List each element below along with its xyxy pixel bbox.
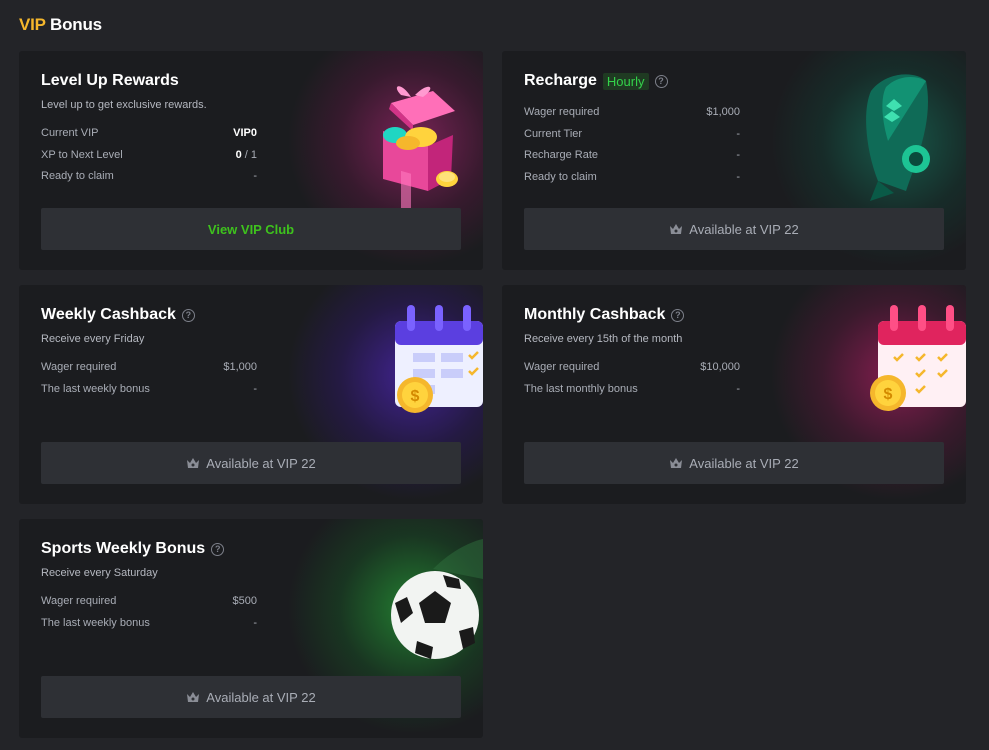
info-row: Ready to claim - xyxy=(524,171,740,193)
weekly-cashback-card: $ Weekly Cashback ? Receive every Friday… xyxy=(19,285,483,504)
info-row: The last monthly bonus - xyxy=(524,383,740,405)
row-value: $500 xyxy=(232,595,257,607)
row-value: - xyxy=(253,170,257,182)
row-value: $1,000 xyxy=(706,106,740,118)
button-label: Available at VIP 22 xyxy=(206,455,316,471)
gift-box-icon xyxy=(383,86,458,211)
svg-text:$: $ xyxy=(884,386,893,403)
weekly-cashback-title: Weekly Cashback xyxy=(41,306,176,323)
info-row: Ready to claim - xyxy=(41,170,257,192)
card-subtitle: Level up to get exclusive rewards. xyxy=(41,99,207,111)
rocket-icon xyxy=(866,74,930,201)
level-up-title: Level Up Rewards xyxy=(41,72,179,89)
row-value: 0 / 1 xyxy=(236,149,257,171)
sports-weekly-title: Sports Weekly Bonus xyxy=(41,540,206,557)
available-at-vip-button[interactable]: Available at VIP 22 xyxy=(41,442,461,484)
help-icon[interactable]: ? xyxy=(671,308,685,322)
info-row: Wager required $1,000 xyxy=(524,106,740,128)
page-title-vip: VIP xyxy=(19,15,46,34)
sports-weekly-bonus-card: Sports Weekly Bonus ? Receive every Satu… xyxy=(19,519,483,738)
card-title: Monthly Cashback ? xyxy=(524,306,685,324)
button-label: Available at VIP 22 xyxy=(689,455,799,471)
monthly-cashback-title: Monthly Cashback xyxy=(524,306,666,323)
row-label: Wager required xyxy=(41,361,117,373)
info-row: Current Tier - xyxy=(524,128,740,150)
info-row: The last weekly bonus - xyxy=(41,383,257,405)
card-subtitle: Receive every 15th of the month xyxy=(524,333,683,345)
soccer-ball-icon xyxy=(391,539,483,659)
help-icon[interactable]: ? xyxy=(654,74,668,88)
card-title: Sports Weekly Bonus ? xyxy=(41,540,225,558)
available-at-vip-button[interactable]: Available at VIP 22 xyxy=(524,442,944,484)
help-icon[interactable]: ? xyxy=(211,542,225,556)
row-value: VIP0 xyxy=(233,127,257,139)
calendar-coin-icon: $ xyxy=(395,305,483,413)
info-row: The last weekly bonus - xyxy=(41,617,257,639)
info-rows: Wager required $500 The last weekly bonu… xyxy=(41,595,257,638)
card-title: Level Up Rewards xyxy=(41,72,179,90)
info-rows: Wager required $1,000 Current Tier - Rec… xyxy=(524,106,740,192)
help-icon[interactable]: ? xyxy=(181,308,195,322)
row-value: - xyxy=(253,616,257,629)
card-title: Weekly Cashback ? xyxy=(41,306,195,324)
page-title: VIP Bonus xyxy=(19,15,102,35)
row-value: - xyxy=(736,170,740,183)
recharge-card: Recharge Hourly ? Wager required $1,000 … xyxy=(502,51,966,270)
crown-lock-icon xyxy=(187,458,200,468)
row-value: - xyxy=(736,382,740,395)
info-row: Wager required $10,000 xyxy=(524,361,740,383)
card-title: Recharge Hourly ? xyxy=(524,72,668,90)
info-row: Recharge Rate - xyxy=(524,149,740,171)
info-rows: Wager required $10,000 The last monthly … xyxy=(524,361,740,404)
view-vip-club-button[interactable]: View VIP Club xyxy=(41,208,461,250)
button-label: View VIP Club xyxy=(207,221,295,237)
card-subtitle: Receive every Friday xyxy=(41,333,145,345)
button-label: Available at VIP 22 xyxy=(689,221,799,237)
info-row: Wager required $1,000 xyxy=(41,361,257,383)
recharge-title: Recharge xyxy=(524,72,597,89)
row-label: Recharge Rate xyxy=(524,149,598,161)
info-row: XP to Next Level 0 / 1 xyxy=(41,149,257,171)
xp-total: / 1 xyxy=(241,148,257,161)
info-row: Current VIP VIP0 xyxy=(41,127,257,149)
row-label: XP to Next Level xyxy=(41,148,123,161)
row-label: Current Tier xyxy=(524,127,583,140)
available-at-vip-button[interactable]: Available at VIP 22 xyxy=(41,676,461,718)
svg-text:$: $ xyxy=(411,388,420,405)
row-label: The last weekly bonus xyxy=(41,616,150,629)
row-label: Wager required xyxy=(524,361,600,373)
button-label: Available at VIP 22 xyxy=(206,689,316,705)
row-label: Current VIP xyxy=(41,127,99,139)
monthly-cashback-card: $ Monthly Cashback ? Receive every 15th … xyxy=(502,285,966,504)
calendar-coin-icon: $ xyxy=(870,305,966,411)
level-up-rewards-card: Level Up Rewards Level up to get exclusi… xyxy=(19,51,483,270)
row-value: - xyxy=(736,149,740,161)
row-value: $1,000 xyxy=(223,361,257,373)
row-label: The last weekly bonus xyxy=(41,382,150,395)
row-label: Wager required xyxy=(41,595,117,607)
row-label: Wager required xyxy=(524,106,600,118)
row-label: The last monthly bonus xyxy=(524,382,638,395)
info-row: Wager required $500 xyxy=(41,595,257,617)
row-value: - xyxy=(736,127,740,140)
available-at-vip-button[interactable]: Available at VIP 22 xyxy=(524,208,944,250)
crown-lock-icon xyxy=(187,692,200,702)
card-subtitle: Receive every Saturday xyxy=(41,567,158,579)
hourly-tag: Hourly xyxy=(602,72,649,90)
row-value: $10,000 xyxy=(700,361,740,373)
info-rows: Wager required $1,000 The last weekly bo… xyxy=(41,361,257,404)
row-value: - xyxy=(253,382,257,395)
row-label: Ready to claim xyxy=(41,170,114,182)
row-label: Ready to claim xyxy=(524,170,597,183)
info-rows: Current VIP VIP0 XP to Next Level 0 / 1 … xyxy=(41,127,257,192)
crown-lock-icon xyxy=(670,458,683,468)
page-title-bonus: Bonus xyxy=(50,15,102,34)
crown-lock-icon xyxy=(670,224,683,234)
